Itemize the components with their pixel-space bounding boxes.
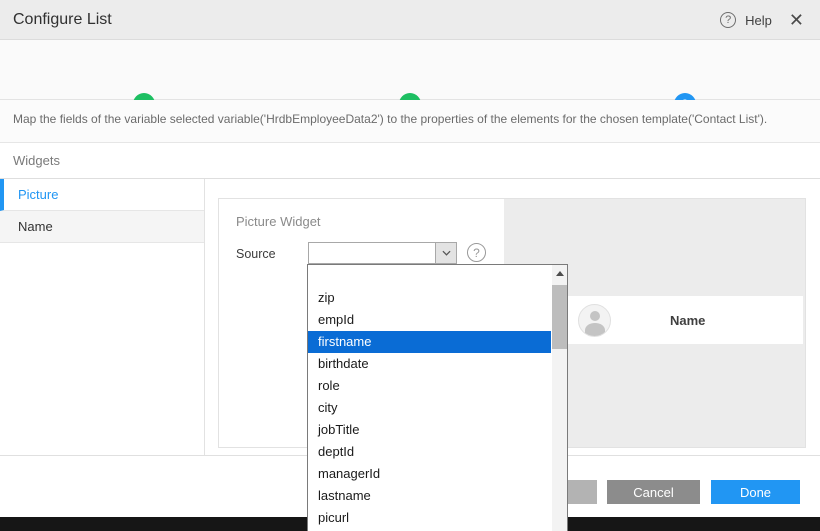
dropdown-scrollbar[interactable] bbox=[552, 265, 567, 531]
description-bar: Map the fields of the variable selected … bbox=[0, 100, 820, 143]
sidebar-item-picture[interactable]: Picture bbox=[0, 179, 204, 211]
widgets-header: Widgets bbox=[0, 143, 820, 179]
dropdown-option[interactable]: empId bbox=[308, 309, 551, 331]
dropdown-option[interactable]: role bbox=[308, 375, 551, 397]
dropdown-option[interactable]: lastname bbox=[308, 485, 551, 507]
source-select[interactable] bbox=[308, 242, 457, 264]
dropdown-option-selected[interactable]: firstname bbox=[308, 331, 551, 353]
configure-list-dialog: Configure List ? Help ✕ Data Template 3 … bbox=[0, 0, 820, 531]
sidebar-item-name[interactable]: Name bbox=[0, 211, 204, 243]
dropdown-option-blank[interactable] bbox=[308, 265, 551, 287]
panel-title: Picture Widget bbox=[236, 214, 321, 229]
person-avatar-icon bbox=[578, 304, 611, 337]
sidebar-item-label: Picture bbox=[18, 187, 58, 202]
page-title: Configure List bbox=[13, 11, 112, 29]
scrollbar-up-icon[interactable] bbox=[552, 265, 567, 281]
widgets-sidebar: Picture Name bbox=[0, 179, 205, 455]
help-link[interactable]: Help bbox=[745, 13, 772, 28]
dropdown-option[interactable]: deptId bbox=[308, 441, 551, 463]
dialog-header: Configure List ? Help ✕ bbox=[0, 0, 820, 40]
chevron-down-icon[interactable] bbox=[435, 243, 456, 263]
widgets-title: Widgets bbox=[13, 153, 60, 168]
scrollbar-thumb[interactable] bbox=[552, 285, 567, 349]
dropdown-option[interactable]: city bbox=[308, 397, 551, 419]
dropdown-option[interactable]: managerId bbox=[308, 463, 551, 485]
wizard-stepper: Data Template 3 Bind Fields bbox=[0, 40, 820, 100]
preview-name-label: Name bbox=[670, 313, 705, 328]
dropdown-option[interactable]: picurl bbox=[308, 507, 551, 529]
dropdown-option[interactable]: birthdate bbox=[308, 353, 551, 375]
sidebar-item-label: Name bbox=[18, 219, 53, 234]
source-help-icon[interactable]: ? bbox=[467, 243, 486, 262]
dropdown-option[interactable]: jobTitle bbox=[308, 419, 551, 441]
close-icon[interactable]: ✕ bbox=[789, 12, 804, 28]
done-button[interactable]: Done bbox=[711, 480, 800, 504]
help-icon[interactable]: ? bbox=[720, 12, 736, 28]
source-dropdown-list: zip empId firstname birthdate role city … bbox=[307, 264, 568, 531]
description-text: Map the fields of the variable selected … bbox=[13, 112, 767, 126]
cancel-button[interactable]: Cancel bbox=[607, 480, 700, 504]
source-label: Source bbox=[236, 247, 276, 261]
dropdown-option[interactable]: zip bbox=[308, 287, 551, 309]
